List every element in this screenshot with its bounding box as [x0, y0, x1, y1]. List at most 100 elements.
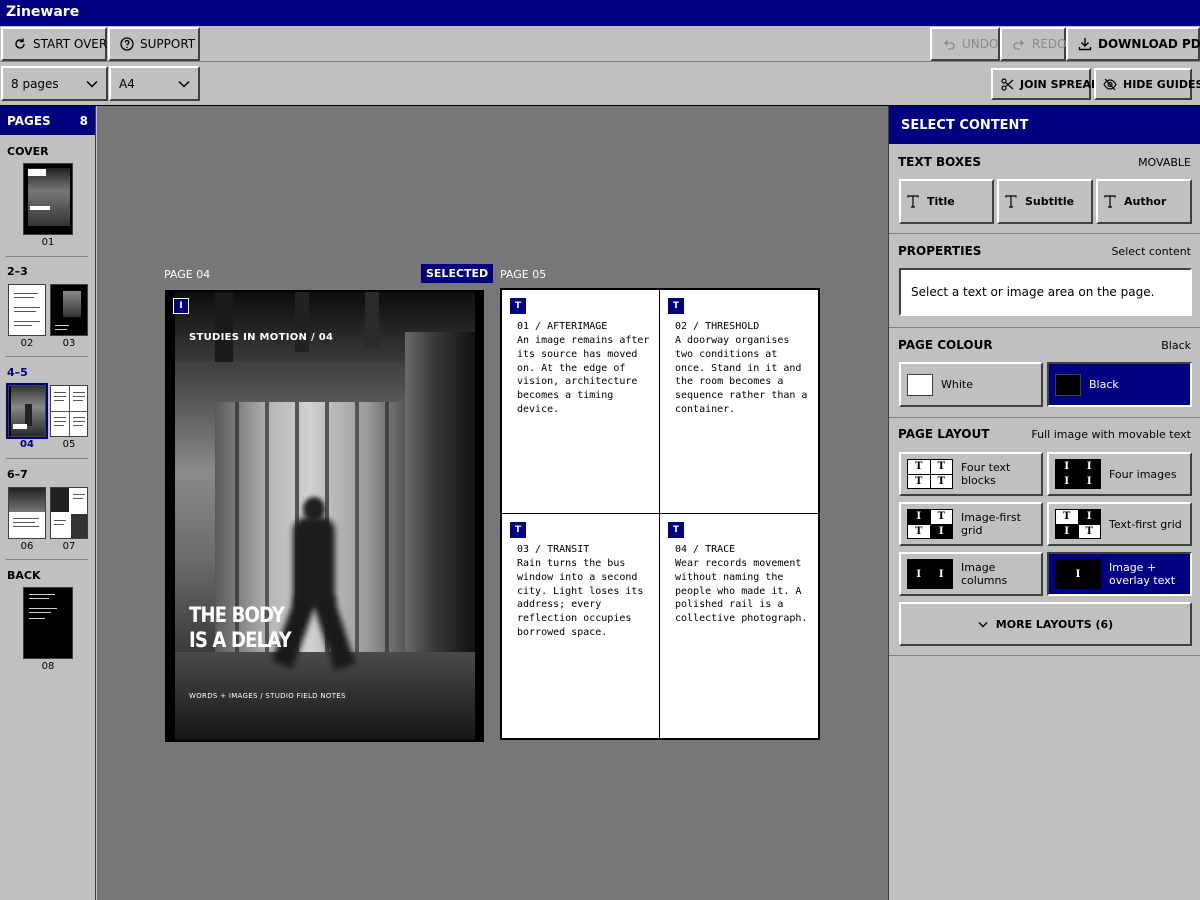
options-toolbar: 8 pages A4 JOIN SPREAD HIDE GUIDES [0, 62, 1200, 106]
layout-label: Image + overlay text [1109, 561, 1176, 587]
support-button[interactable]: SUPPORT [108, 27, 200, 61]
text-icon [1104, 195, 1116, 208]
divider [6, 256, 88, 257]
download-pdf-label: DOWNLOAD PDF [1098, 37, 1200, 51]
page-colour-title: PAGE COLOUR [898, 338, 993, 352]
text-block-3[interactable]: T 03 / TRANSIT Rain turns the bus window… [502, 514, 660, 738]
text-icon [907, 195, 919, 208]
redo-icon [1013, 40, 1024, 50]
four-images-layout-icon: IIII [1055, 459, 1101, 489]
layout-four-images[interactable]: IIII Four images [1047, 452, 1192, 496]
text-boxes-note: MOVABLE [1138, 156, 1191, 169]
text-slot-badge: T [510, 522, 526, 538]
page-layout-section: PAGE LAYOUT Full image with movable text… [889, 418, 1200, 656]
hide-guides-button[interactable]: HIDE GUIDES [1094, 68, 1200, 100]
download-pdf-button[interactable]: DOWNLOAD PDF [1066, 27, 1200, 61]
select-content-title: SELECT CONTENT [889, 106, 1200, 144]
layout-image-columns[interactable]: II Image columns [899, 552, 1043, 596]
page-04-kicker[interactable]: STUDIES IN MOTION / 04 [189, 332, 333, 343]
hide-guides-label: HIDE GUIDES [1123, 77, 1200, 91]
more-layouts-button[interactable]: MORE LAYOUTS (6) [899, 602, 1192, 646]
page-04-photo[interactable] [175, 292, 475, 740]
colour-black-button[interactable]: Black [1047, 362, 1192, 407]
start-over-label: START OVER [33, 37, 108, 51]
thumbnail-page-01[interactable] [23, 163, 73, 235]
undo-icon [944, 40, 955, 50]
add-author-button[interactable]: Author [1096, 179, 1192, 224]
pages-count: 8 [79, 113, 88, 128]
support-label: SUPPORT [140, 37, 196, 51]
pages-panel-header: PAGES 8 [0, 106, 95, 135]
text-block-4[interactable]: T 04 / TRACE Wear records movement witho… [660, 514, 818, 738]
eye-off-icon [1103, 78, 1117, 90]
page-04-title[interactable]: THE BODY IS A DELAY [189, 603, 292, 653]
add-subtitle-label: Subtitle [1025, 195, 1075, 208]
image-columns-layout-icon: II [907, 559, 953, 589]
chevron-down-icon [86, 80, 98, 88]
right-page-label: PAGE 05 [500, 268, 547, 281]
text-slot-badge: T [668, 298, 684, 314]
download-icon [1078, 38, 1092, 51]
group-label-2-3: 2–3 [7, 265, 28, 278]
page-number-02: 02 [20, 338, 34, 349]
layout-text-first-grid[interactable]: TIIT Text-first grid [1047, 502, 1192, 546]
page-number-07: 07 [62, 541, 76, 552]
page-number-04: 04 [20, 439, 34, 450]
text-block-1[interactable]: T 01 / AFTERIMAGE An image remains after… [502, 290, 660, 514]
layout-image-first-grid[interactable]: ITTI Image-first grid [899, 502, 1043, 546]
page-04-footer[interactable]: WORDS + IMAGES / STUDIO FIELD NOTES [189, 692, 346, 700]
text-block-body: A doorway organises two conditions at on… [675, 335, 808, 415]
layout-image-overlay-text[interactable]: I Image + overlay text [1047, 552, 1192, 596]
page-05[interactable]: T 01 / AFTERIMAGE An image remains after… [500, 288, 820, 740]
redo-label: REDO [1032, 37, 1067, 51]
layout-label: Image columns [961, 561, 1008, 587]
image-first-layout-icon: ITTI [907, 509, 953, 539]
more-layouts-label: MORE LAYOUTS (6) [995, 617, 1114, 631]
main-toolbar: START OVER SUPPORT UNDO REDO DOWNLOAD PD… [0, 26, 1200, 62]
page-04-title-line-2: IS A DELAY [189, 628, 292, 652]
paper-size-select[interactable]: A4 [109, 66, 200, 101]
refresh-icon [15, 38, 25, 49]
add-title-label: Title [927, 195, 955, 208]
group-label-cover: COVER [7, 145, 49, 158]
join-spread-button[interactable]: JOIN SPREAD [991, 68, 1100, 100]
properties-note: Select content [1111, 245, 1191, 258]
layout-four-text-blocks[interactable]: TTTT Four text blocks [899, 452, 1043, 496]
black-swatch [1055, 373, 1081, 396]
layout-label: Four images [1109, 467, 1177, 481]
thumbnail-page-04[interactable] [6, 383, 48, 439]
page-number-01: 01 [41, 237, 55, 248]
join-spread-label: JOIN SPREAD [1020, 77, 1101, 91]
layout-label: Four text blocks [961, 461, 1011, 487]
start-over-button[interactable]: START OVER [1, 27, 107, 61]
undo-button[interactable]: UNDO [930, 27, 1000, 61]
thumbnail-page-03[interactable] [50, 284, 88, 336]
thumbnail-page-05[interactable] [50, 385, 88, 437]
page-colour-note: Black [1161, 339, 1191, 352]
thumbnail-page-02[interactable] [8, 284, 46, 336]
four-text-layout-icon: TTTT [907, 459, 953, 489]
add-subtitle-button[interactable]: Subtitle [997, 179, 1093, 224]
colour-white-button[interactable]: White [899, 362, 1043, 407]
page-count-value: 8 pages [11, 76, 59, 91]
page-04-title-line-1: THE BODY [189, 603, 285, 627]
layout-label: Image-first grid [961, 511, 1021, 537]
pages-panel-title: PAGES [7, 113, 51, 128]
chevron-down-icon [978, 621, 988, 627]
redo-button[interactable]: REDO [1000, 27, 1067, 61]
group-label-4-5: 4–5 [7, 366, 28, 379]
add-title-button[interactable]: Title [899, 179, 994, 224]
page-layout-note: Full image with movable text [1031, 428, 1191, 441]
thumbnail-page-07[interactable] [50, 487, 88, 539]
page-count-select[interactable]: 8 pages [1, 66, 108, 101]
thumbnail-page-06[interactable] [8, 487, 46, 539]
scissors-icon [1001, 77, 1014, 91]
thumbnail-page-08[interactable] [23, 587, 73, 659]
left-page-label: PAGE 04 [164, 268, 211, 281]
group-label-6-7: 6–7 [7, 468, 28, 481]
text-block-body: Rain turns the bus window into a second … [517, 558, 644, 638]
text-block-title: 02 / THRESHOLD [675, 321, 760, 332]
white-swatch [907, 373, 933, 396]
page-04[interactable]: I STUDIES IN MOTION / 04 THE BODY IS A D… [165, 290, 484, 742]
text-block-2[interactable]: T 02 / THRESHOLD A doorway organises two… [660, 290, 818, 514]
